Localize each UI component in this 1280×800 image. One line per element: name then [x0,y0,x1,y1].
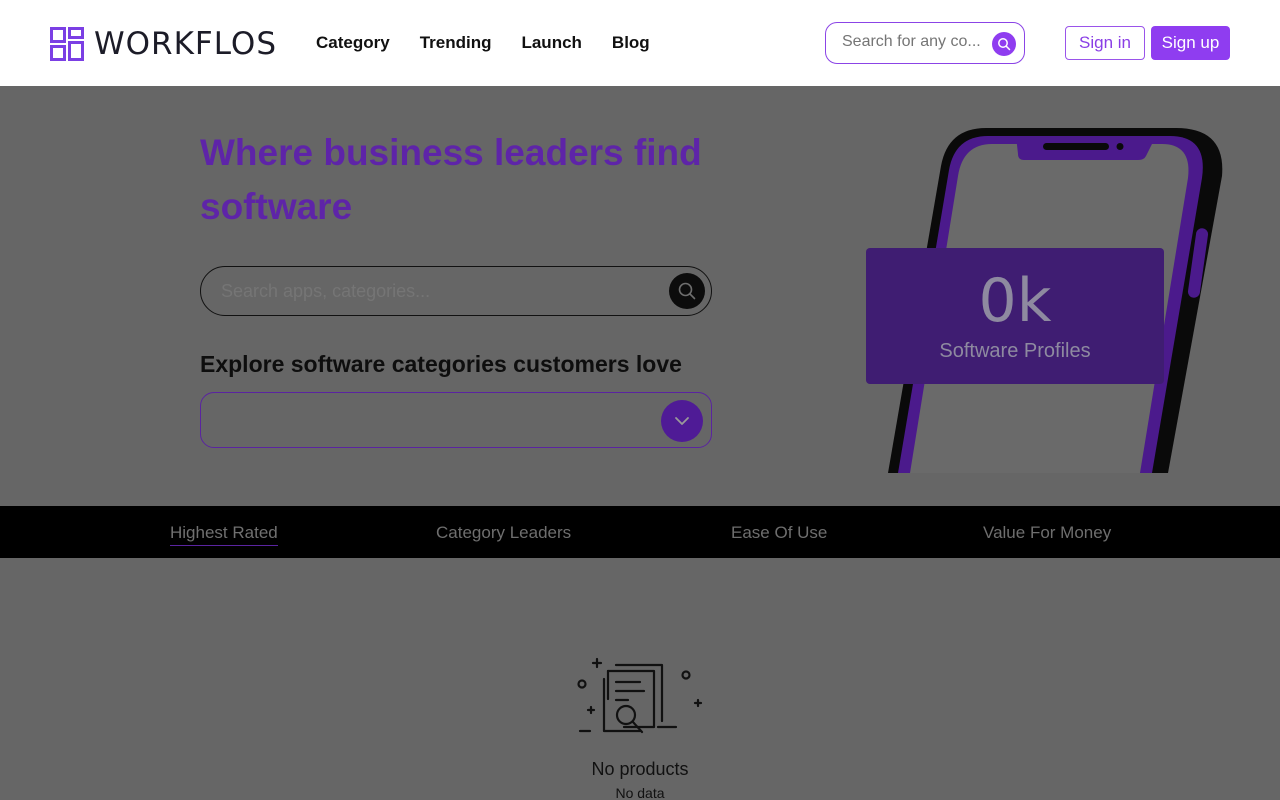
sign-up-button[interactable]: Sign up [1151,26,1230,60]
tab-category-leaders[interactable]: Category Leaders [436,523,571,543]
nav-blog[interactable]: Blog [612,33,650,53]
empty-state-title: No products [591,759,689,779]
site-header: WORKFLOS Category Trending Launch Blog S… [0,0,1280,86]
explore-heading: Explore software categories customers lo… [200,351,682,377]
stat-card: 0k Software Profiles [866,248,1164,384]
nav-launch[interactable]: Launch [521,33,581,53]
hero-title: Where business leaders find software [200,132,702,227]
tab-value-for-money[interactable]: Value For Money [983,523,1111,543]
tab-highest-rated[interactable]: Highest Rated [170,523,278,546]
nav-category[interactable]: Category [316,33,390,53]
chevron-down-icon [675,417,689,425]
category-select[interactable] [200,392,712,448]
search-icon [678,282,696,300]
empty-state-subtitle: No data [615,785,665,800]
sign-in-button[interactable]: Sign in [1065,26,1145,60]
logo-mark-icon [50,27,84,61]
header-search [825,22,1025,64]
hero-search-input[interactable] [221,281,651,302]
hero-search [200,266,712,316]
brand-name: WORKFLOS [94,26,277,62]
search-icon [998,38,1011,51]
documents-search-icon [577,657,703,734]
header-search-input[interactable] [842,33,992,51]
main-nav: Category Trending Launch Blog [316,33,680,53]
category-dropdown-button[interactable] [661,400,703,442]
logo[interactable]: WORKFLOS [50,26,277,62]
tab-ease-of-use[interactable]: Ease Of Use [731,523,827,543]
ranking-tabs: Highest Rated Category Leaders Ease Of U… [0,506,1280,558]
header-search-button[interactable] [992,32,1016,56]
hero-search-button[interactable] [669,273,705,309]
stat-label: Software Profiles [939,340,1091,362]
stat-value: 0k [978,266,1052,336]
nav-trending[interactable]: Trending [420,33,492,53]
